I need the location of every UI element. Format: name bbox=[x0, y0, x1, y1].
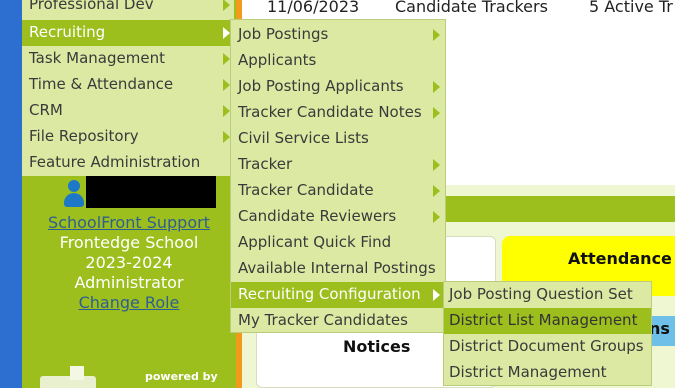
recruiting-submenu: Job Postings Applicants Job Posting Appl… bbox=[230, 19, 446, 333]
powered-by-text: powered by bbox=[145, 370, 218, 383]
menu-item-recruiting[interactable]: Recruiting bbox=[22, 20, 234, 46]
menu-item-task-management[interactable]: Task Management bbox=[22, 46, 234, 72]
menu-item-district-management[interactable]: District Management bbox=[444, 360, 651, 386]
menu-item-label: Professional Dev bbox=[29, 0, 154, 13]
recruiting-configuration-submenu: Job Posting Question Set District List M… bbox=[443, 281, 652, 386]
content-panel-inner bbox=[442, 20, 675, 185]
menu-item-label: District Management bbox=[449, 363, 607, 381]
chevron-right-icon bbox=[223, 0, 230, 11]
chevron-right-icon bbox=[433, 107, 440, 119]
chevron-right-icon bbox=[433, 159, 440, 171]
menu-item-my-tracker-candidates[interactable]: My Tracker Candidates bbox=[231, 308, 445, 334]
desktop-edge bbox=[0, 0, 22, 388]
row-date: 11/06/2023 bbox=[267, 0, 360, 16]
menu-item-civil-service-lists[interactable]: Civil Service Lists bbox=[231, 126, 445, 152]
menu-item-available-internal-postings[interactable]: Available Internal Postings bbox=[231, 256, 445, 282]
menu-item-crm[interactable]: CRM bbox=[22, 98, 234, 124]
change-role-link[interactable]: Change Role bbox=[79, 293, 180, 312]
school-name: Frontedge School bbox=[59, 233, 199, 252]
redacted-username bbox=[86, 176, 216, 208]
menu-item-label: Available Internal Postings bbox=[238, 259, 436, 277]
chevron-right-icon bbox=[433, 211, 440, 223]
chevron-right-icon bbox=[223, 53, 230, 65]
chevron-right-icon bbox=[433, 29, 440, 41]
menu-item-professional-dev[interactable]: Professional Dev bbox=[22, 0, 234, 18]
menu-item-label: Applicants bbox=[238, 51, 317, 69]
menu-item-label: File Repository bbox=[29, 127, 139, 145]
menu-item-time-attendance[interactable]: Time & Attendance bbox=[22, 72, 234, 98]
table-row[interactable]: 11/06/2023 Candidate Trackers 5 Active T… bbox=[242, 0, 675, 20]
logo-mark-top bbox=[70, 366, 84, 380]
menu-item-job-posting-question-set[interactable]: Job Posting Question Set bbox=[444, 282, 651, 308]
menu-item-label: Candidate Reviewers bbox=[238, 207, 397, 225]
user-icon bbox=[62, 180, 86, 208]
menu-item-label: Tracker bbox=[238, 155, 293, 173]
chevron-right-icon bbox=[223, 79, 230, 91]
menu-item-label: Task Management bbox=[29, 49, 165, 67]
partial-card-title: ns bbox=[649, 319, 670, 338]
menu-item-label: Tracker Candidate Notes bbox=[238, 103, 422, 121]
menu-item-label: Tracker Candidate bbox=[238, 181, 374, 199]
powered-by-logo: powered by bbox=[40, 364, 220, 388]
chevron-right-icon bbox=[223, 105, 230, 117]
menu-item-label: Job Posting Applicants bbox=[238, 77, 404, 95]
menu-item-label: Time & Attendance bbox=[29, 75, 174, 93]
change-role-wrap: Change Role bbox=[22, 293, 236, 312]
attendance-title: Attendance bbox=[568, 249, 672, 268]
row-status: 5 Active Tr bbox=[589, 0, 673, 16]
support-link[interactable]: SchoolFront Support bbox=[48, 213, 210, 232]
main-menu: Professional Dev Recruiting Task Managem… bbox=[22, 0, 234, 176]
row-name: Candidate Trackers bbox=[395, 0, 548, 16]
notices-title: Notices bbox=[343, 337, 411, 356]
menu-item-feature-administration[interactable]: Feature Administration bbox=[22, 150, 234, 176]
menu-item-tracker-candidate[interactable]: Tracker Candidate bbox=[231, 178, 445, 204]
logo-mark bbox=[40, 376, 96, 388]
menu-item-file-repository[interactable]: File Repository bbox=[22, 124, 234, 150]
menu-item-job-posting-applicants[interactable]: Job Posting Applicants bbox=[231, 74, 445, 100]
menu-item-label: Job Postings bbox=[238, 25, 329, 43]
menu-item-label: Applicant Quick Find bbox=[238, 233, 392, 251]
menu-item-label: Feature Administration bbox=[29, 153, 201, 171]
menu-item-label: CRM bbox=[29, 101, 63, 119]
support-link-wrap: SchoolFront Support bbox=[22, 213, 236, 232]
chevron-right-icon bbox=[433, 185, 440, 197]
menu-item-district-document-groups[interactable]: District Document Groups bbox=[444, 334, 651, 360]
menu-item-label: Recruiting bbox=[29, 23, 106, 41]
menu-item-label: Job Posting Question Set bbox=[449, 285, 633, 303]
menu-item-tracker-candidate-notes[interactable]: Tracker Candidate Notes bbox=[231, 100, 445, 126]
chevron-right-icon bbox=[433, 81, 440, 93]
menu-item-label: District List Management bbox=[449, 311, 638, 329]
chevron-right-icon bbox=[223, 27, 230, 39]
menu-item-label: My Tracker Candidates bbox=[238, 311, 408, 329]
chevron-right-icon bbox=[223, 131, 230, 143]
menu-item-district-list-management[interactable]: District List Management bbox=[444, 308, 651, 334]
school-year: 2023-2024 bbox=[85, 253, 173, 272]
menu-item-recruiting-configuration[interactable]: Recruiting Configuration bbox=[231, 282, 445, 308]
chevron-right-icon bbox=[433, 289, 440, 301]
menu-item-tracker[interactable]: Tracker bbox=[231, 152, 445, 178]
menu-item-label: District Document Groups bbox=[449, 337, 644, 355]
menu-item-applicant-quick-find[interactable]: Applicant Quick Find bbox=[231, 230, 445, 256]
menu-item-job-postings[interactable]: Job Postings bbox=[231, 22, 445, 48]
menu-item-candidate-reviewers[interactable]: Candidate Reviewers bbox=[231, 204, 445, 230]
menu-item-label: Civil Service Lists bbox=[238, 129, 369, 147]
user-role: Administrator bbox=[74, 273, 184, 292]
menu-item-applicants[interactable]: Applicants bbox=[231, 48, 445, 74]
menu-item-label: Recruiting Configuration bbox=[238, 285, 421, 303]
